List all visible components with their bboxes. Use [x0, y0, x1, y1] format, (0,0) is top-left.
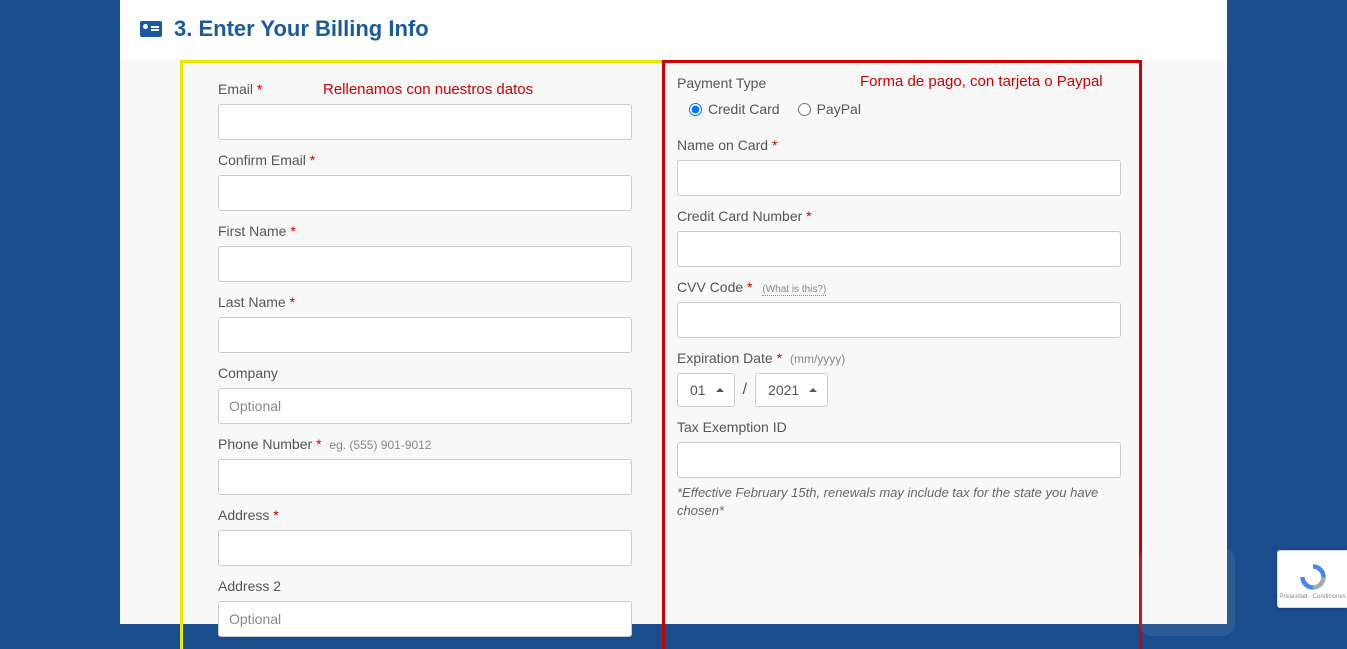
email-field[interactable]	[218, 104, 632, 140]
section-header: 3. Enter Your Billing Info	[120, 0, 1227, 60]
last-name-field[interactable]	[218, 317, 632, 353]
first-name-field[interactable]	[218, 246, 632, 282]
phone-field[interactable]	[218, 459, 632, 495]
payment-info-column: Forma de pago, con tarjeta o Paypal Paym…	[662, 60, 1142, 649]
first-name-label: First Name *	[218, 223, 632, 239]
radio-paypal[interactable]	[798, 103, 811, 116]
card-number-field[interactable]	[677, 231, 1121, 267]
address2-field[interactable]	[218, 601, 632, 637]
expiration-label: Expiration Date * (mm/yyyy)	[677, 350, 1121, 366]
personal-info-column: Rellenamos con nuestros datos Email * Co…	[180, 60, 665, 649]
payment-option-cc[interactable]: Credit Card	[689, 101, 780, 117]
recaptcha-icon	[1298, 562, 1328, 592]
caret-up-icon	[809, 388, 817, 392]
card-number-label: Credit Card Number *	[677, 208, 1121, 224]
confirm-email-label: Confirm Email *	[218, 152, 632, 168]
company-label: Company	[218, 365, 632, 381]
billing-container: 3. Enter Your Billing Info Rellenamos co…	[120, 0, 1227, 624]
annotation-personal: Rellenamos con nuestros datos	[323, 81, 533, 98]
tax-note: *Effective February 15th, renewals may i…	[677, 484, 1121, 520]
radio-credit-card[interactable]	[689, 103, 702, 116]
id-card-icon	[140, 21, 162, 37]
exp-month-select[interactable]: 01	[677, 373, 735, 407]
section-title: 3. Enter Your Billing Info	[174, 16, 429, 42]
address-field[interactable]	[218, 530, 632, 566]
name-on-card-label: Name on Card *	[677, 137, 1121, 153]
caret-up-icon	[716, 388, 724, 392]
address-label: Address *	[218, 507, 632, 523]
exp-year-select[interactable]: 2021	[755, 373, 828, 407]
address2-label: Address 2	[218, 578, 632, 594]
cvv-field[interactable]	[677, 302, 1121, 338]
form-area: Rellenamos con nuestros datos Email * Co…	[120, 60, 1227, 624]
name-on-card-field[interactable]	[677, 160, 1121, 196]
phone-label: Phone Number * eg. (555) 901-9012	[218, 436, 632, 452]
confirm-email-field[interactable]	[218, 175, 632, 211]
last-name-label: Last Name *	[218, 294, 632, 310]
annotation-payment: Forma de pago, con tarjeta o Paypal	[860, 73, 1103, 90]
exp-separator: /	[743, 381, 747, 399]
recaptcha-caption: Privacidad · Condiciones	[1279, 594, 1345, 600]
cvv-help-link[interactable]: (What is this?)	[762, 284, 826, 296]
payment-option-paypal[interactable]: PayPal	[798, 101, 861, 117]
company-field[interactable]	[218, 388, 632, 424]
tax-exemption-label: Tax Exemption ID	[677, 419, 1121, 435]
cvv-label: CVV Code * (What is this?)	[677, 279, 1121, 295]
tax-exemption-field[interactable]	[677, 442, 1121, 478]
recaptcha-badge[interactable]: Privacidad · Condiciones	[1277, 550, 1347, 608]
